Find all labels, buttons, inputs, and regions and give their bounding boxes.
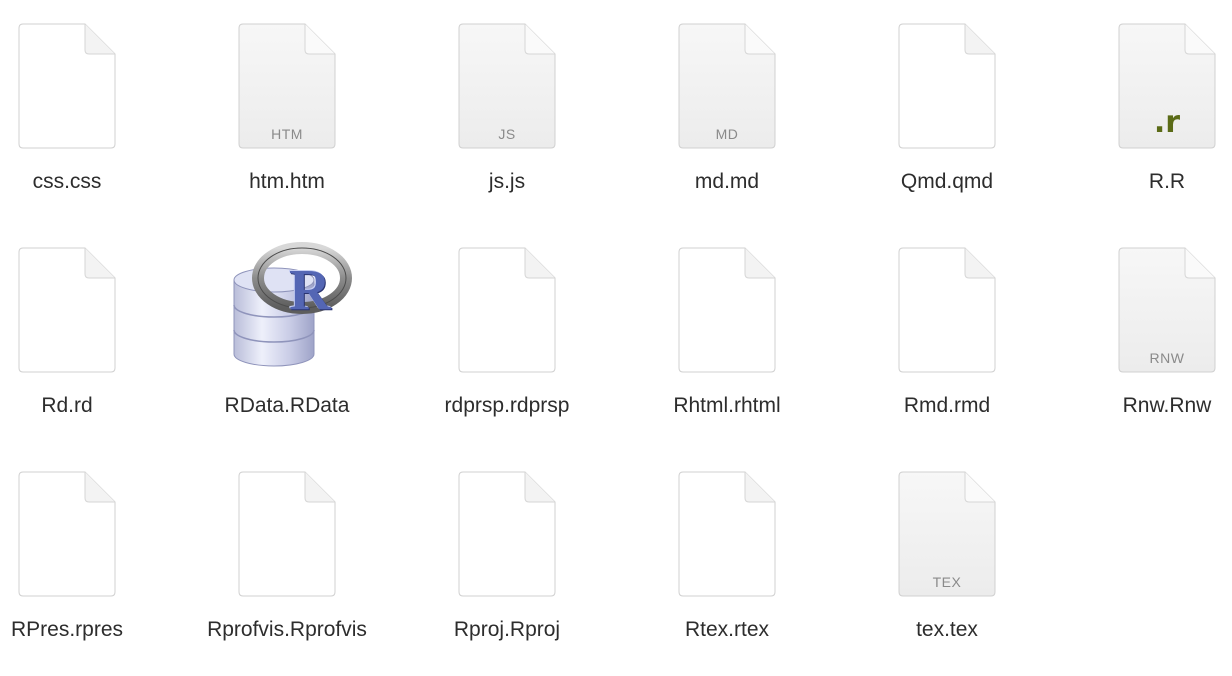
file-type-badge: HTM (271, 126, 303, 142)
file-item-rpres[interactable]: RPres.rpres (0, 448, 177, 648)
document-icon (898, 23, 996, 152)
document-icon (458, 471, 556, 600)
file-type-badge: MD (715, 126, 739, 142)
document-icon (238, 471, 336, 600)
document-icon (18, 23, 116, 152)
rdata-database-icon: R (222, 242, 352, 376)
file-item-js[interactable]: JS js.js (397, 0, 617, 200)
file-item-rdata[interactable]: R RData.RData (177, 224, 397, 424)
file-item-rmd[interactable]: Rmd.rmd (837, 224, 1057, 424)
document-icon (678, 247, 776, 376)
file-item-r[interactable]: .r R.R (1057, 0, 1232, 200)
file-name-label: Rnw.Rnw (1122, 394, 1212, 417)
file-type-badge: .r (1153, 105, 1181, 140)
document-icon (18, 247, 116, 376)
file-item-rdprsp[interactable]: rdprsp.rdprsp (397, 224, 617, 424)
document-icon: .r (1118, 23, 1216, 152)
file-grid: css.css HTM htm.htm JS js.js MD md.md Qm… (0, 0, 1232, 676)
file-item-tex[interactable]: TEX tex.tex (837, 448, 1057, 648)
file-item-rhtml[interactable]: Rhtml.rhtml (617, 224, 837, 424)
file-type-badge: RNW (1149, 350, 1185, 366)
file-item-rproj[interactable]: Rproj.Rproj (397, 448, 617, 648)
file-type-badge: JS (498, 126, 516, 142)
file-name-label: tex.tex (916, 618, 978, 641)
document-icon: JS (458, 23, 556, 152)
document-icon: HTM (238, 23, 336, 152)
r-logo-letter: R (289, 257, 331, 322)
document-icon (458, 247, 556, 376)
document-icon (898, 247, 996, 376)
document-icon: MD (678, 23, 776, 152)
file-item-qmd[interactable]: Qmd.qmd (837, 0, 1057, 200)
file-item-rnw[interactable]: RNW Rnw.Rnw (1057, 224, 1232, 424)
document-icon (18, 471, 116, 600)
file-item-rprofvis[interactable]: Rprofvis.Rprofvis (177, 448, 397, 648)
document-icon: TEX (898, 471, 996, 600)
file-type-badge: TEX (932, 574, 962, 590)
file-item-rtex[interactable]: Rtex.rtex (617, 448, 837, 648)
document-icon: RNW (1118, 247, 1216, 376)
file-item-htm[interactable]: HTM htm.htm (177, 0, 397, 200)
file-item-css[interactable]: css.css (0, 0, 177, 200)
file-item-rd[interactable]: Rd.rd (0, 224, 177, 424)
file-name-label: R.R (1148, 170, 1186, 193)
file-item-md[interactable]: MD md.md (617, 0, 837, 200)
document-icon (678, 471, 776, 600)
